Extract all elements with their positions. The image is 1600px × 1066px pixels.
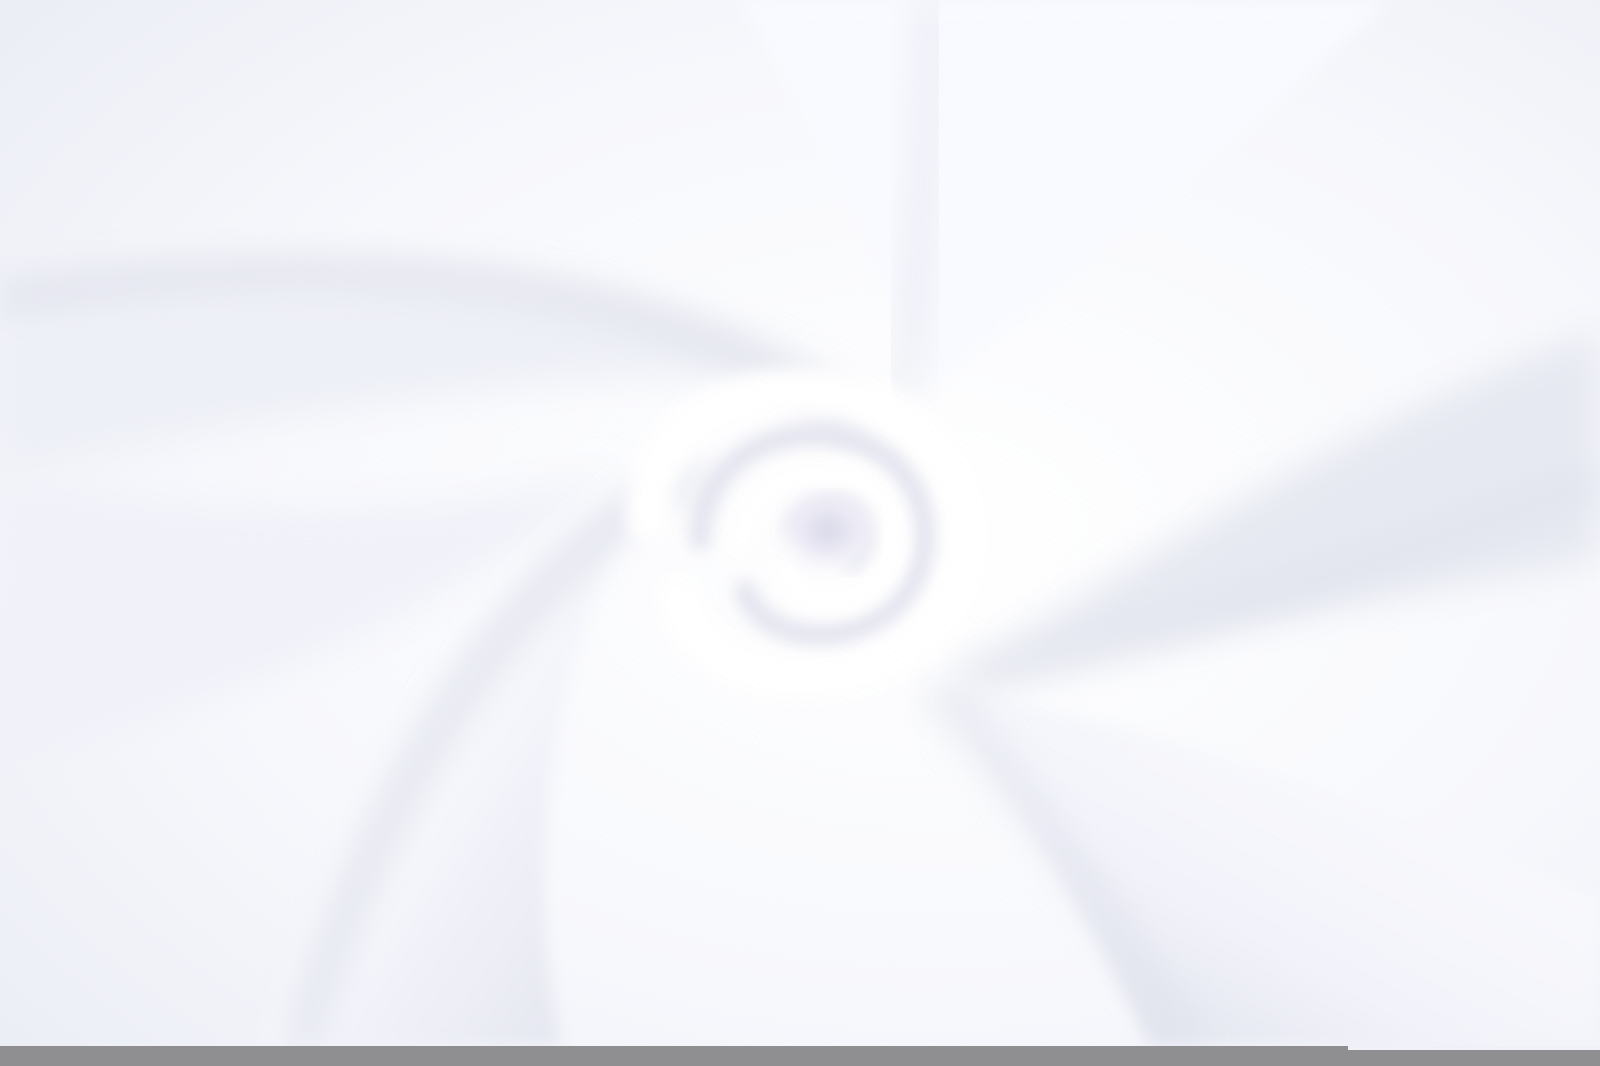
fabric-swirl-illustration bbox=[0, 0, 1600, 1066]
bottom-light-strip bbox=[1348, 1046, 1600, 1050]
fabric-photo bbox=[0, 0, 1600, 1066]
